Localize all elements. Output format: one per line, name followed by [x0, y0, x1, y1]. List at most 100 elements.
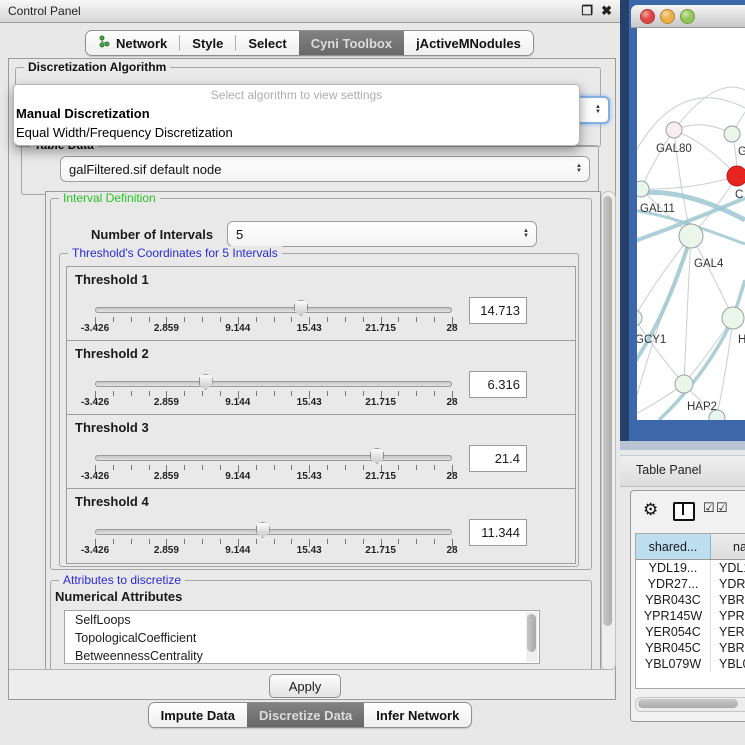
list-item[interactable]: BetweennessCentrality [65, 647, 539, 664]
slider-thumb[interactable] [199, 374, 213, 390]
network-node[interactable] [724, 126, 740, 142]
close-window-icon[interactable]: ✖ [601, 3, 612, 19]
numerical-attributes-list[interactable]: SelfLoopsTopologicalCoefficientBetweenne… [64, 610, 540, 664]
spinner-value: 5 [236, 227, 243, 242]
slider-tick [202, 317, 203, 322]
tab-label: Discretize Data [259, 708, 352, 723]
slider-track[interactable] [95, 381, 452, 387]
slider-tick [202, 539, 203, 544]
cell-shared-name: YBL079W [636, 656, 711, 672]
network-edge[interactable] [684, 318, 733, 384]
interval-definition-group: Interval Definition Number of Intervals … [50, 198, 592, 570]
slider-tick [398, 539, 399, 544]
tab-discretize-data[interactable]: Discretize Data [247, 703, 364, 727]
node-label: H [738, 334, 745, 346]
network-edge-thick[interactable] [637, 236, 691, 366]
slider-scale-label: 15.43 [297, 545, 322, 556]
network-node[interactable] [679, 224, 703, 248]
slider-scale-label: -3.426 [81, 397, 109, 408]
network-edge[interactable] [641, 130, 674, 189]
network-node[interactable] [675, 375, 693, 393]
dropdown-item-equal-width-frequency-discretization[interactable]: Equal Width/Frequency Discretization [14, 123, 579, 142]
tab-style[interactable]: Style [180, 31, 235, 55]
slider-scale-label: 9.144 [225, 323, 250, 334]
dropdown-item-manual-discretization[interactable]: Manual Discretization [14, 104, 579, 123]
slider-scale-label: 2.859 [154, 397, 179, 408]
table-row[interactable]: YBL079WYBL0 [636, 656, 745, 672]
list-item[interactable]: TopologicalCoefficient [65, 629, 539, 647]
network-edge[interactable] [641, 176, 737, 189]
table-row[interactable]: YDL19...YDL1 [636, 560, 745, 576]
tab-impute-data[interactable]: Impute Data [149, 703, 247, 727]
dropdown-prompt[interactable]: Select algorithm to view settings [14, 86, 579, 104]
tab-network[interactable]: Network [86, 31, 179, 55]
tab-jactivemnodules[interactable]: jActiveMNodules [404, 31, 533, 55]
apply-button[interactable]: Apply [269, 674, 341, 698]
gear-icon[interactable]: ⚙ [643, 501, 658, 518]
numerical-attributes-label: Numerical Attributes [55, 589, 182, 604]
table-window: ⚙ ☑ ☑ shared... na YDL19...YDL1YDR27...Y… [630, 490, 745, 722]
number-of-intervals-spinner[interactable]: 5 ▲▼ [227, 221, 537, 247]
scrollbar-thumb[interactable] [603, 196, 612, 626]
slider-thumb[interactable] [370, 448, 384, 464]
network-node[interactable] [666, 122, 682, 138]
slider-scale-label: 2.859 [154, 323, 179, 334]
network-edge[interactable] [674, 87, 745, 130]
threshold-value-field[interactable]: 21.4 [469, 445, 527, 472]
zoom-button[interactable] [680, 9, 695, 24]
node-table[interactable]: shared... na YDL19...YDL1YDR27...YDR2YBR… [635, 533, 745, 689]
network-node[interactable] [637, 181, 649, 197]
column-header-shared[interactable]: shared... [636, 534, 711, 559]
slider-tick [113, 317, 114, 322]
slider-track[interactable] [95, 307, 452, 313]
network-node[interactable] [637, 310, 642, 326]
network-node[interactable] [727, 166, 745, 186]
close-button[interactable] [640, 9, 655, 24]
slider-tick [434, 391, 435, 396]
split-pane-icon[interactable] [673, 502, 695, 521]
slider-tick [434, 317, 435, 322]
slider-tick [113, 391, 114, 396]
table-row[interactable]: YER054CYER0 [636, 624, 745, 640]
cell-name: YDL1 [711, 560, 745, 576]
tab-infer-network[interactable]: Infer Network [364, 703, 471, 727]
slider-tick [149, 391, 150, 396]
slider-track[interactable] [95, 455, 452, 461]
minimize-button[interactable] [660, 9, 675, 24]
slider-tick [363, 465, 364, 470]
slider-tick [291, 391, 292, 396]
network-node[interactable] [722, 307, 744, 329]
tab-select[interactable]: Select [236, 31, 298, 55]
table-row[interactable]: YDR27...YDR2 [636, 576, 745, 592]
slider-track[interactable] [95, 529, 452, 535]
network-window-titlebar[interactable] [631, 5, 745, 28]
network-edge[interactable] [674, 125, 732, 134]
slider-thumb[interactable] [256, 522, 270, 538]
table-data-combo[interactable]: galFiltered.sif default node ▲▼ [60, 156, 590, 182]
panel-scrollbar[interactable] [601, 191, 616, 671]
column-header-name[interactable]: na [711, 534, 745, 559]
app-root: Control Panel ❐ ✖ NetworkStyleSelectCyni… [0, 0, 745, 745]
network-canvas[interactable]: GAL80GCGAL11GAL4GCY1HHAP2 [637, 28, 745, 420]
network-edge[interactable] [691, 236, 733, 318]
table-row[interactable]: YBR043CYBR0 [636, 592, 745, 608]
slider-tick [274, 539, 275, 544]
scrollbar-thumb[interactable] [527, 614, 536, 652]
slider-scale-label: 28 [446, 545, 457, 556]
tab-label: Select [248, 36, 286, 51]
list-scrollbar[interactable] [526, 612, 538, 662]
list-item[interactable]: SelfLoops [65, 611, 539, 629]
tab-cyni-toolbox[interactable]: Cyni Toolbox [299, 31, 404, 55]
threshold-value-field[interactable]: 11.344 [469, 519, 527, 546]
select-rows-icon[interactable]: ☑ [716, 500, 728, 516]
window-edge [620, 0, 629, 447]
select-columns-icon[interactable]: ☑ [703, 500, 715, 516]
slider-thumb[interactable] [294, 300, 308, 316]
threshold-value-field[interactable]: 14.713 [469, 297, 527, 324]
table-row[interactable]: YPR145WYPR1 [636, 608, 745, 624]
threshold-value-field[interactable]: 6.316 [469, 371, 527, 398]
table-hscrollbar[interactable] [635, 697, 745, 712]
float-window-icon[interactable]: ❐ [581, 3, 593, 19]
table-row[interactable]: YBR045CYBR0 [636, 640, 745, 656]
scrollbar-thumb[interactable] [638, 699, 738, 708]
